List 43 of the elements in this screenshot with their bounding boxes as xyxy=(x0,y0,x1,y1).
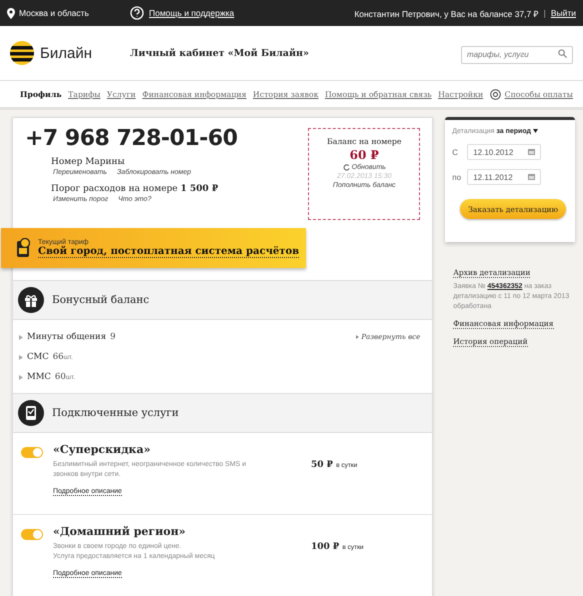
page-title: Личный кабинет «Мой Билайн» xyxy=(130,48,309,58)
refresh-icon xyxy=(342,164,350,171)
coin-icon xyxy=(490,88,501,100)
logo-icon xyxy=(10,41,34,65)
bonus-item[interactable]: ММС xyxy=(27,372,51,382)
date-label: по xyxy=(452,172,462,182)
separator: | xyxy=(544,8,546,18)
date-field[interactable]: 12.11.2012 xyxy=(467,169,542,185)
spending-threshold: Порог расходов на номере 1 500 ₽ xyxy=(51,184,220,194)
tariff-name[interactable]: Свой город, постоплатная система расчётов xyxy=(38,246,300,258)
toggle-switch[interactable] xyxy=(21,529,43,540)
toggle-switch[interactable] xyxy=(21,447,43,458)
caret-icon xyxy=(532,129,538,133)
bonus-value: 9 xyxy=(110,332,116,342)
bullet-icon xyxy=(19,374,23,380)
bullet-icon xyxy=(356,335,360,339)
bullet-icon xyxy=(19,334,23,340)
logout-link[interactable]: Выйти xyxy=(550,8,576,18)
date-label: С xyxy=(452,148,460,156)
section-title: Бонусный баланс xyxy=(52,294,150,306)
section-title: Подключенные услуги xyxy=(52,407,179,419)
number-name: Номер Марины xyxy=(51,157,126,167)
search-field[interactable]: тарифы, услуги xyxy=(461,46,573,64)
service-name: «Домашний регион» xyxy=(53,525,187,538)
bonus-item[interactable]: СМС xyxy=(27,352,49,362)
calendar-icon[interactable] xyxy=(528,149,536,155)
phone-check-icon xyxy=(18,400,44,426)
search-icon[interactable] xyxy=(558,49,567,58)
location-pin-icon xyxy=(7,8,15,18)
help-icon xyxy=(130,6,144,20)
phone-number: +7 968 728-01-60 xyxy=(25,126,238,151)
phone-coin-icon xyxy=(16,238,30,258)
logo-text: Билайн xyxy=(40,44,92,62)
help-link[interactable]: Помощь и поддержка xyxy=(149,8,234,18)
service-name: «Суперскидка» xyxy=(53,443,152,456)
user-balance: Константин Петрович, у Вас на балансе 37,7 ₽ xyxy=(354,8,539,18)
gift-icon xyxy=(18,287,44,313)
date-field[interactable]: 12.10.2012 xyxy=(467,144,542,160)
balance-amount: 60 ₽ xyxy=(350,148,379,162)
bullet-icon xyxy=(19,354,23,360)
calendar-icon[interactable] xyxy=(528,174,536,180)
region-link[interactable]: Москва и область xyxy=(19,8,89,18)
bonus-item[interactable]: Минуты общения xyxy=(27,332,106,342)
